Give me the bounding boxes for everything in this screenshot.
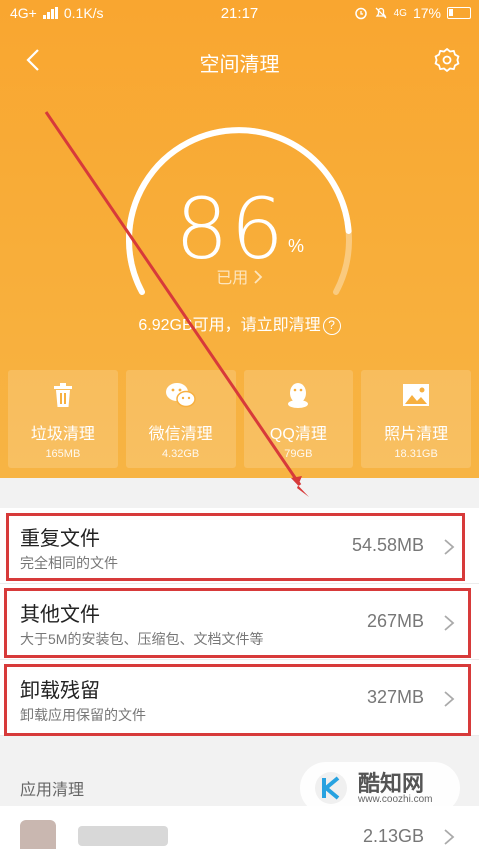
help-icon[interactable]: ? [322,316,341,335]
tile-wechat[interactable]: 微信清理 4.32GB [125,370,236,468]
chevron-right-icon [254,270,263,284]
app-avatar [20,820,56,849]
chevron-right-icon [444,691,455,707]
available-text: 6.92GB可用，请立即清理 [138,317,321,334]
item-desc: 大于5M的安装包、压缩包、文档文件等 [20,631,264,647]
percent-sign: % [287,236,304,256]
photo-icon [403,384,430,406]
alarm-icon [354,7,367,20]
page-title: 空间清理 [199,54,280,76]
item-title: 其他文件 [20,604,100,626]
watermark-logo-icon [315,772,347,804]
list-item-uninstall-residue[interactable]: 卸载残留 卸载应用保留的文件 327MB [0,660,479,736]
gear-icon[interactable] [433,46,461,74]
battery-icon [447,7,471,19]
watermark: 酷知网 www.coozhi.com [300,762,460,814]
tile-size: 4.32GB [161,448,200,460]
tile-label: 照片清理 [384,426,449,443]
item-desc: 完全相同的文件 [20,555,118,571]
item-size: 327MB [366,687,424,707]
list-item-other-files[interactable]: 其他文件 大于5M的安装包、压缩包、文档文件等 267MB [0,584,479,660]
available-info: 6.92GB可用，请立即清理? [0,311,479,335]
tile-size: 79GB [284,448,313,460]
tile-label: 微信清理 [148,426,213,443]
network-type-2: 4G [393,7,407,19]
tile-qq[interactable]: QQ清理 79GB [243,370,354,468]
tile-photo[interactable]: 照片清理 18.31GB [361,370,471,468]
item-title: 重复文件 [20,528,100,550]
wechat-icon [165,383,196,408]
item-title: 卸载残留 [20,680,100,702]
item-size: 2.13GB [362,826,424,846]
tile-label: QQ清理 [269,426,327,443]
quick-clean-tiles: 垃圾清理 165MB 微信清理 4.32GB QQ清理 79GB 照片清理 18… [8,370,471,468]
app-name-blurred [78,826,168,846]
chevron-right-icon [444,539,455,555]
battery-text: 17% [412,5,441,21]
tile-junk[interactable]: 垃圾清理 165MB [8,370,118,468]
qq-icon [288,383,309,408]
tile-label: 垃圾清理 [30,426,95,443]
section-title: 应用清理 [20,782,85,799]
chevron-right-icon [444,615,455,631]
status-bar: 4G+ 0.1K/s 21:17 4G 17% [0,0,479,28]
item-size: 267MB [366,611,424,631]
chevron-right-icon [444,829,455,845]
trash-icon [53,383,72,407]
header-background: 4G+ 0.1K/s 21:17 4G 17% 空间清理 86% 已用 6.92… [0,0,479,478]
nav-bar: 空间清理 [0,38,479,82]
used-label: 已用 [216,270,249,287]
tile-size: 165MB [45,448,81,460]
used-link[interactable]: 已用 [0,264,479,288]
list-item-duplicate-files[interactable]: 重复文件 完全相同的文件 54.58MB [0,508,479,584]
tile-size: 18.31GB [394,448,438,460]
mute-icon [375,7,387,19]
item-size: 54.58MB [351,535,424,555]
item-desc: 卸载应用保留的文件 [20,707,146,723]
file-categories: 重复文件 完全相同的文件 54.58MB 其他文件 大于5M的安装包、压缩包、文… [0,508,479,736]
watermark-url: www.coozhi.com [358,794,433,805]
